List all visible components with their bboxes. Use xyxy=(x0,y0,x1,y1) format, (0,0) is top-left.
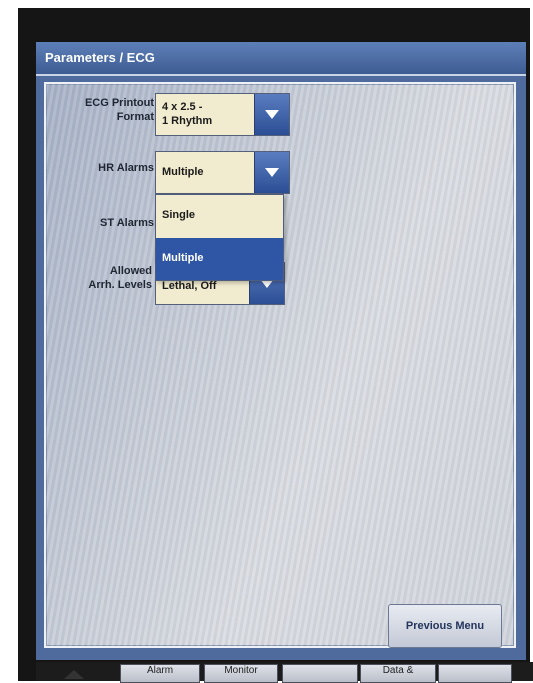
option-label: Single xyxy=(162,209,196,221)
option-label: Multiple xyxy=(162,252,204,264)
arrh-levels-value: Lethal, Off xyxy=(162,280,217,292)
ecg-printout-format-select[interactable]: 4 x 2.5 - 1 Rhythm xyxy=(155,93,290,136)
monitor-tab[interactable]: Monitor xyxy=(204,664,278,683)
hr-alarms-select[interactable]: Multiple xyxy=(155,151,290,194)
hr-alarms-dropdown-list: Single Multiple xyxy=(155,194,284,281)
ecg-printout-format-label: ECG Printout Format xyxy=(84,97,154,123)
alarm-tab[interactable]: Alarm xyxy=(120,664,200,683)
dropdown-option-multiple[interactable]: Multiple xyxy=(156,238,283,280)
dropdown-option-single[interactable]: Single xyxy=(156,195,283,237)
data-tab[interactable]: Data & xyxy=(360,664,436,683)
chevron-down-icon xyxy=(265,168,279,177)
hr-alarms-dropdown-button[interactable] xyxy=(254,152,289,193)
allowed-arrh-levels-label: Allowed Arrh. Levels xyxy=(88,265,152,291)
chevron-down-icon xyxy=(265,110,279,119)
home-icon[interactable] xyxy=(64,670,84,679)
st-alarms-label: ST Alarms xyxy=(99,217,154,229)
previous-menu-button[interactable]: Previous Menu xyxy=(388,604,502,648)
tab-blank[interactable] xyxy=(282,664,358,683)
hr-alarms-label: HR Alarms xyxy=(98,162,154,174)
window-title: Parameters / ECG xyxy=(45,50,155,65)
tab-blank-2[interactable] xyxy=(438,664,512,683)
hr-alarms-value: Multiple xyxy=(162,166,204,178)
window-titlebar: Parameters / ECG xyxy=(36,42,526,76)
ecg-printout-format-value: 4 x 2.5 - 1 Rhythm xyxy=(162,101,213,127)
ecg-printout-dropdown-button[interactable] xyxy=(254,94,289,135)
